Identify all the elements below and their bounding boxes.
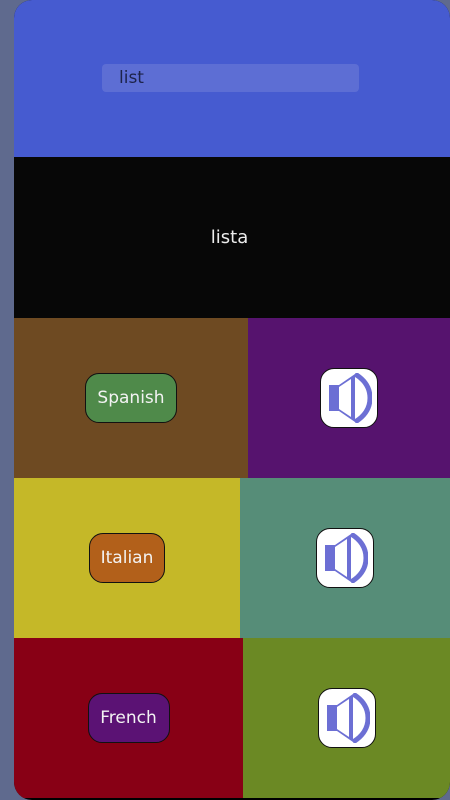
italian-button[interactable]: Italian — [89, 533, 165, 583]
speaker-icon — [329, 373, 372, 423]
audio-panel-italian — [240, 478, 450, 638]
audio-panel-spanish — [248, 318, 450, 478]
italian-speaker-button[interactable] — [316, 528, 374, 588]
spanish-button[interactable]: Spanish — [85, 373, 177, 423]
header-panel — [14, 0, 450, 157]
search-input[interactable] — [102, 64, 359, 92]
audio-panel-french — [243, 638, 450, 798]
language-panel-italian: Italian — [14, 478, 240, 638]
language-row-french: French — [14, 638, 450, 798]
speaker-icon — [325, 533, 368, 583]
translation-result-text: lista — [210, 227, 249, 248]
language-row-spanish: Spanish — [14, 318, 450, 478]
speaker-icon — [326, 693, 370, 743]
language-panel-french: French — [14, 638, 243, 798]
language-panel-spanish: Spanish — [14, 318, 248, 478]
spanish-speaker-button[interactable] — [320, 368, 378, 428]
language-row-italian: Italian — [14, 478, 450, 638]
app-screen: lista Spanish Italian — [14, 0, 450, 800]
french-speaker-button[interactable] — [317, 688, 376, 748]
french-button[interactable]: French — [87, 693, 170, 743]
translation-result-panel: lista — [14, 157, 450, 318]
